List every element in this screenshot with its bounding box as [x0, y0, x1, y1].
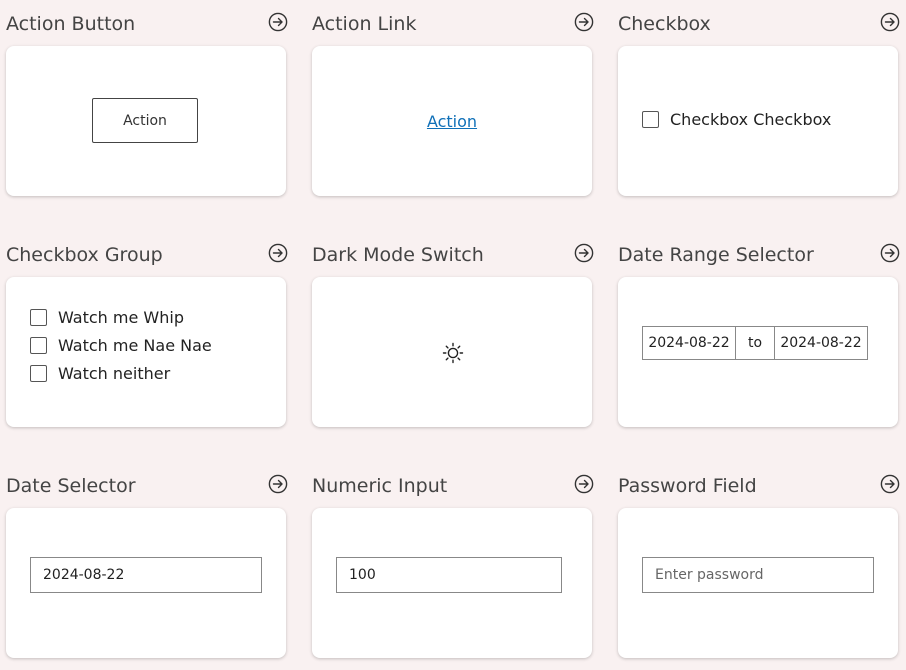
cell-title: Action Link [312, 13, 417, 35]
arrow-right-circle-icon[interactable] [268, 474, 288, 494]
arrow-right-circle-icon[interactable] [268, 243, 288, 263]
cell-title: Numeric Input [312, 475, 448, 497]
arrow-right-circle-icon[interactable] [574, 12, 594, 32]
range-separator: to [735, 327, 775, 359]
checkbox-group-item[interactable]: Watch me Nae Nae [30, 334, 212, 356]
checkbox-label: Checkbox Checkbox [670, 109, 832, 129]
cell-action-button: Action Button Action [0, 0, 292, 196]
card: Checkbox Checkbox [618, 46, 898, 196]
cell-title: Dark Mode Switch [312, 244, 484, 266]
card: 2024-08-22 to 2024-08-22 [618, 277, 898, 427]
arrow-right-circle-icon[interactable] [880, 243, 900, 263]
action-button[interactable]: Action [92, 98, 198, 143]
card [312, 277, 592, 427]
end-date-input[interactable]: 2024-08-22 [775, 327, 867, 359]
start-date-input[interactable]: 2024-08-22 [643, 327, 735, 359]
arrow-right-circle-icon[interactable] [268, 12, 288, 32]
action-link[interactable]: Action [312, 112, 592, 131]
checkbox-label: Watch me Whip [58, 307, 184, 327]
cell-title: Checkbox Group [6, 244, 163, 266]
checkbox-group-item[interactable]: Watch me Whip [30, 306, 184, 328]
date-range-input: 2024-08-22 to 2024-08-22 [642, 326, 868, 360]
card: Watch me Whip Watch me Nae Nae Watch nei… [6, 277, 286, 427]
checkbox-box[interactable] [30, 364, 47, 382]
arrow-right-circle-icon[interactable] [880, 12, 900, 32]
checkbox-label: Watch neither [58, 363, 171, 383]
checkbox-box[interactable] [30, 336, 47, 354]
card: Action [312, 46, 592, 196]
card [618, 508, 898, 658]
card [6, 508, 286, 658]
sun-icon[interactable] [442, 342, 464, 364]
cell-title: Date Selector [6, 475, 136, 497]
password-input[interactable] [642, 557, 874, 593]
card: Action [6, 46, 286, 196]
cell-date-selector: Date Selector [0, 462, 292, 658]
cell-checkbox-group: Checkbox Group Watch me Whip Watch me Na… [0, 231, 292, 427]
checkbox-row[interactable]: Checkbox Checkbox [642, 108, 831, 130]
checkbox-box[interactable] [642, 110, 659, 128]
numeric-input[interactable] [336, 557, 562, 593]
cell-checkbox: Checkbox Checkbox Checkbox [612, 0, 904, 196]
cell-password-field: Password Field [612, 462, 904, 658]
cell-title: Password Field [618, 475, 757, 497]
arrow-right-circle-icon[interactable] [574, 243, 594, 263]
cell-dark-mode-switch: Dark Mode Switch [306, 231, 598, 427]
arrow-right-circle-icon[interactable] [574, 474, 594, 494]
cell-action-link: Action Link Action [306, 0, 598, 196]
checkbox-label: Watch me Nae Nae [58, 335, 212, 355]
card [312, 508, 592, 658]
checkbox-group-item[interactable]: Watch neither [30, 362, 170, 384]
checkbox-box[interactable] [30, 308, 47, 326]
cell-title: Date Range Selector [618, 244, 814, 266]
cell-title: Action Button [6, 13, 136, 35]
cell-date-range-selector: Date Range Selector 2024-08-22 to 2024-0… [612, 231, 904, 427]
arrow-right-circle-icon[interactable] [880, 474, 900, 494]
cell-numeric-input: Numeric Input [306, 462, 598, 658]
date-input[interactable] [30, 557, 262, 593]
cell-title: Checkbox [618, 13, 711, 35]
